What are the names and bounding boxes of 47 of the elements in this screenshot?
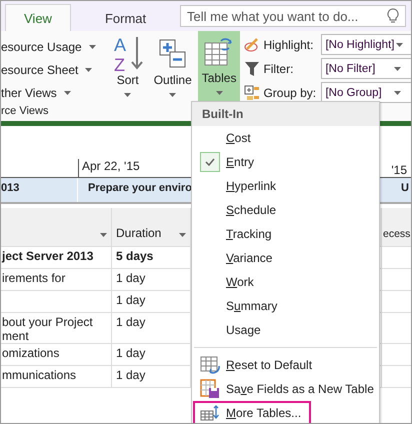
highlight-dropdown[interactable]: [No Highlight] bbox=[321, 34, 411, 55]
menu-header: Built-In bbox=[192, 102, 379, 126]
field-label: Group by: bbox=[263, 86, 318, 100]
view-menu-button[interactable]: esource Usage bbox=[1, 35, 96, 58]
menu-item[interactable]: Summary bbox=[193, 294, 378, 318]
table-cell: ject Server 2013 bbox=[1, 247, 112, 268]
reset-table-icon bbox=[200, 356, 220, 374]
group-dropdown[interactable]: [No Group] bbox=[321, 82, 411, 103]
timeline-date: Apr 22, '15 bbox=[78, 159, 140, 177]
outline-button[interactable]: Outline bbox=[150, 31, 196, 97]
lightbulb-icon bbox=[387, 8, 399, 24]
timeline-date: '15 bbox=[391, 163, 407, 177]
column-header[interactable]: ecess bbox=[382, 208, 411, 246]
menu-item[interactable]: Usage bbox=[193, 318, 378, 342]
search-field[interactable]: Tell me what you want to do... bbox=[180, 5, 406, 27]
highlighter-icon bbox=[244, 38, 260, 52]
field-label: Filter: bbox=[263, 62, 294, 76]
menu-item[interactable]: Save Fields as a New Table bbox=[193, 377, 378, 401]
sort-button[interactable]: A Z Sort bbox=[108, 31, 148, 97]
caret-icon bbox=[88, 44, 96, 48]
group-label: rce Views bbox=[1, 105, 48, 117]
save-table-icon bbox=[200, 379, 220, 399]
view-menu-button[interactable]: ther Views bbox=[1, 81, 71, 104]
menu-item[interactable]: Variance bbox=[193, 246, 378, 270]
view-menu-button[interactable]: esource Sheet bbox=[1, 58, 92, 81]
caret-icon bbox=[64, 90, 71, 94]
ribbon-tab[interactable]: View bbox=[5, 4, 71, 31]
menu-item[interactable]: Cost bbox=[193, 126, 378, 150]
caret-icon bbox=[216, 91, 223, 95]
table-cell: omizations bbox=[1, 344, 112, 365]
menu-item[interactable]: More Tables... bbox=[193, 401, 311, 423]
filter-dropdown[interactable]: [No Filter] bbox=[321, 58, 411, 79]
menu-item[interactable]: Reset to Default bbox=[193, 353, 378, 377]
caret-icon bbox=[124, 93, 132, 97]
ribbon-tab[interactable]: Format bbox=[74, 5, 176, 31]
field-label: Highlight: bbox=[263, 38, 314, 52]
caret-icon bbox=[394, 42, 406, 46]
caret-icon bbox=[169, 93, 176, 97]
table-cell: mmunications bbox=[1, 366, 112, 387]
filter-icon bbox=[244, 60, 260, 76]
menu-item[interactable]: Work bbox=[193, 270, 378, 294]
menu-item[interactable]: Entry bbox=[193, 150, 378, 174]
caret-icon bbox=[85, 68, 92, 72]
tables-button[interactable]: Tables bbox=[198, 31, 240, 101]
menu-item[interactable]: Tracking bbox=[193, 222, 378, 246]
table-cell: irements for bbox=[1, 269, 112, 290]
timeline-task: 013 bbox=[1, 178, 77, 202]
